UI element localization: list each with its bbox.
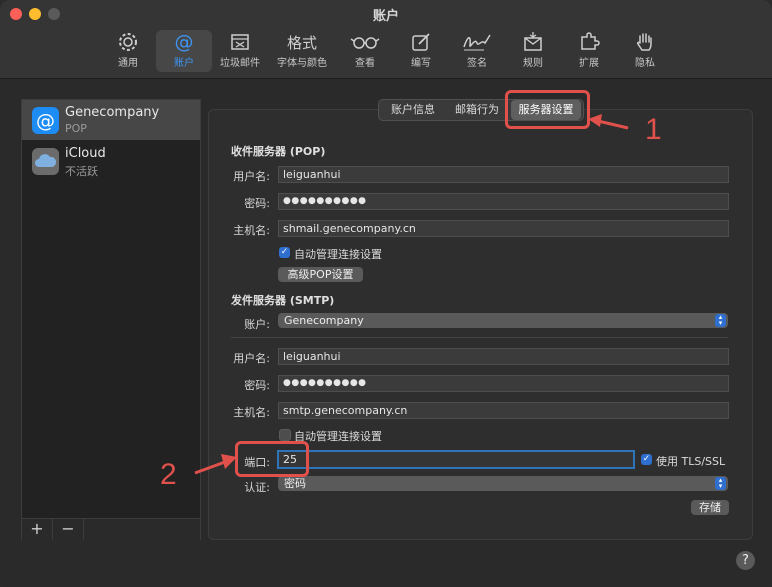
- incoming-auto-manage-checkbox[interactable]: ✓: [279, 247, 290, 258]
- mail-account-icon: @: [32, 107, 59, 134]
- incoming-hostname-field[interactable]: shmail.genecompany.cn: [278, 220, 729, 237]
- sidebar-controls: + −: [22, 518, 200, 540]
- svg-text:格式: 格式: [287, 34, 317, 52]
- svg-text:@: @: [175, 31, 194, 53]
- annotation-arrow-1: [588, 114, 629, 130]
- compose-icon: [412, 33, 430, 51]
- toolbar-accounts[interactable]: @ 账户: [156, 30, 212, 72]
- highlight-box-port: [235, 441, 309, 477]
- toolbar-fonts-label: 字体与颜色: [277, 58, 327, 69]
- account-item-genecompany[interactable]: @ Genecompany POP: [22, 100, 200, 140]
- auth-label: 认证:: [244, 481, 270, 494]
- outgoing-password-label: 密码:: [244, 379, 270, 392]
- outgoing-username-label: 用户名:: [233, 352, 270, 365]
- annotation-number-2: 2: [160, 458, 177, 491]
- incoming-hostname-label: 主机名:: [233, 224, 270, 237]
- rules-icon: [524, 32, 542, 51]
- account-status: 不活跃: [65, 165, 98, 178]
- toolbar-composing[interactable]: 编写: [393, 30, 449, 72]
- select-arrows-icon: ▴ ▾: [715, 314, 726, 327]
- junk-mail-icon: [231, 34, 249, 50]
- title-bar: 账户 通用 @ 账户 垃圾邮件 格式 字体与颜色 查看 编写 签名 规则 扩展 …: [0, 0, 772, 79]
- incoming-section-title: 收件服务器 (POP): [231, 145, 326, 158]
- toolbar-general[interactable]: 通用: [100, 30, 156, 72]
- outgoing-account-value: Genecompany: [284, 314, 364, 327]
- port-field[interactable]: 25: [277, 450, 635, 469]
- toolbar-signatures-label: 签名: [467, 58, 487, 69]
- toolbar-privacy-label: 隐私: [635, 58, 655, 69]
- select-arrows-icon: ▴ ▾: [715, 477, 726, 490]
- toolbar-general-label: 通用: [118, 58, 138, 69]
- puzzle-icon: [581, 32, 600, 50]
- section-divider: [231, 337, 728, 338]
- tab-mailbox-behaviors[interactable]: 邮箱行为: [445, 100, 509, 120]
- outgoing-account-select[interactable]: Genecompany ▴ ▾: [278, 313, 728, 328]
- auth-select[interactable]: 密码 ▴ ▾: [278, 476, 728, 491]
- tls-ssl-label: 使用 TLS/SSL: [656, 455, 726, 468]
- tab-account-info[interactable]: 账户信息: [381, 100, 445, 120]
- toolbar-junk-label: 垃圾邮件: [220, 58, 260, 69]
- incoming-auto-manage-label: 自动管理连接设置: [294, 248, 382, 261]
- highlight-box-server-settings: [505, 90, 590, 129]
- outgoing-hostname-field[interactable]: smtp.genecompany.cn: [278, 402, 729, 419]
- account-name: iCloud: [65, 146, 106, 161]
- outgoing-auto-manage-label: 自动管理连接设置: [294, 430, 382, 443]
- account-type: POP: [65, 122, 87, 135]
- toolbar-extensions[interactable]: 扩展: [561, 30, 617, 72]
- hand-icon: [637, 33, 652, 51]
- at-icon: @: [175, 31, 194, 53]
- toolbar-extensions-label: 扩展: [579, 58, 599, 69]
- annotation-arrow-2: [194, 454, 237, 475]
- tls-ssl-checkbox[interactable]: ✓: [641, 454, 652, 465]
- svg-text:@: @: [36, 110, 55, 132]
- add-account-button[interactable]: +: [22, 519, 53, 540]
- toolbar-rules[interactable]: 规则: [505, 30, 561, 72]
- remove-account-button[interactable]: −: [53, 519, 84, 540]
- toolbar-privacy[interactable]: 隐私: [617, 30, 673, 72]
- advanced-pop-settings-button[interactable]: 高级POP设置: [278, 267, 363, 282]
- auth-value: 密码: [284, 477, 306, 490]
- incoming-username-label: 用户名:: [233, 170, 270, 183]
- toolbar-viewing[interactable]: 查看: [337, 30, 393, 72]
- toolbar-composing-label: 编写: [411, 58, 431, 69]
- toolbar-signatures[interactable]: 签名: [449, 30, 505, 72]
- signature-icon: [463, 34, 491, 51]
- toolbar-viewing-label: 查看: [355, 58, 375, 69]
- help-button[interactable]: ?: [736, 551, 755, 570]
- account-item-icloud[interactable]: iCloud 不活跃: [22, 141, 200, 181]
- outgoing-username-field[interactable]: leiguanhui: [278, 348, 729, 365]
- toolbar-rules-label: 规则: [523, 58, 543, 69]
- outgoing-auto-manage-checkbox[interactable]: [279, 429, 291, 441]
- incoming-password-field[interactable]: ●●●●●●●●●●: [278, 193, 729, 210]
- preferences-window: 账户 通用 @ 账户 垃圾邮件 格式 字体与颜色 查看 编写 签名 规则 扩展 …: [0, 0, 772, 587]
- save-button[interactable]: 存储: [691, 500, 729, 515]
- account-name: Genecompany: [65, 105, 160, 120]
- glasses-icon: [350, 37, 380, 49]
- gear-icon: [119, 33, 137, 51]
- outgoing-section-title: 发件服务器 (SMTP): [231, 294, 335, 307]
- icloud-icon: [32, 148, 59, 175]
- toolbar-accounts-label: 账户: [174, 58, 194, 69]
- outgoing-account-label: 账户:: [244, 318, 270, 331]
- incoming-username-field[interactable]: leiguanhui: [278, 166, 729, 183]
- window-title: 账户: [372, 9, 399, 24]
- outgoing-hostname-label: 主机名:: [233, 406, 270, 419]
- annotation-number-1: 1: [645, 113, 662, 146]
- toolbar-fonts[interactable]: 格式 字体与颜色: [274, 30, 330, 72]
- incoming-password-label: 密码:: [244, 197, 270, 210]
- toolbar-junk[interactable]: 垃圾邮件: [212, 30, 268, 72]
- font-icon: 格式: [287, 34, 317, 52]
- outgoing-password-field[interactable]: ●●●●●●●●●●: [278, 375, 729, 392]
